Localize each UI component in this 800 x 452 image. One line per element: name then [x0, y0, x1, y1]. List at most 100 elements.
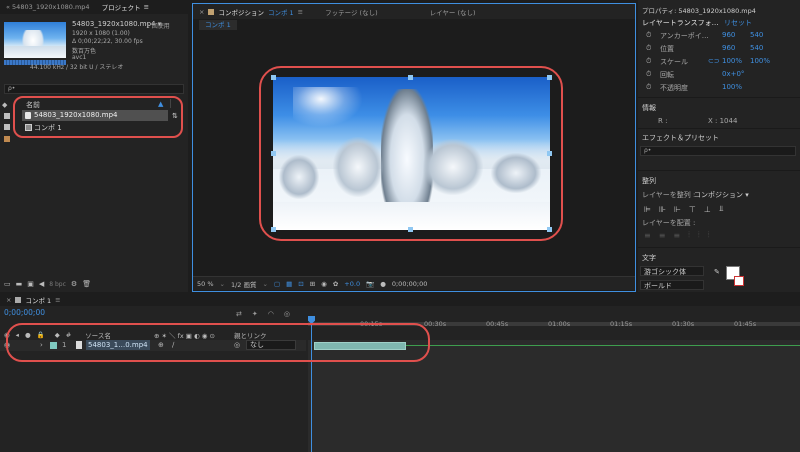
- stopwatch-icon[interactable]: ⏱: [646, 70, 651, 79]
- close-icon[interactable]: ×: [199, 8, 204, 16]
- playhead[interactable]: [311, 318, 312, 452]
- lock-icon[interactable]: 🔒: [37, 331, 45, 339]
- flowchart-icon[interactable]: ⇅: [172, 112, 178, 120]
- expand-chevron-icon[interactable]: ›: [40, 341, 43, 349]
- mask-visibility-icon[interactable]: ⊡: [298, 280, 303, 288]
- settings-icon[interactable]: ⚙: [71, 280, 77, 288]
- prop-value[interactable]: 960: [722, 31, 735, 39]
- distribute-vcenter-icon[interactable]: ≡: [659, 231, 666, 240]
- label-color-swatch[interactable]: [4, 136, 10, 142]
- comp-viewer[interactable]: [273, 77, 550, 230]
- layer-handle[interactable]: [547, 75, 552, 80]
- stopwatch-icon[interactable]: ⏱: [646, 83, 651, 92]
- prop-value[interactable]: 540: [750, 31, 763, 39]
- new-folder-icon[interactable]: ▬: [16, 280, 23, 288]
- label-icon[interactable]: ◆: [55, 331, 60, 339]
- prop-value[interactable]: 100%: [722, 83, 742, 91]
- prop-value[interactable]: 100%: [722, 57, 742, 65]
- tab-project[interactable]: プロジェクト ≡: [96, 2, 155, 12]
- tab-composition[interactable]: × コンポジション コンポ 1 ≡: [193, 7, 309, 17]
- channel-icon[interactable]: ◉: [321, 280, 327, 288]
- align-left-icon[interactable]: ⊫: [644, 205, 651, 214]
- layer-handle[interactable]: [271, 75, 276, 80]
- list-item-footage[interactable]: 54803_1920x1080.mp4: [22, 110, 168, 121]
- menu-icon[interactable]: ≡: [55, 296, 60, 304]
- transform-section-label[interactable]: レイヤートランスフォ…: [642, 18, 719, 28]
- new-comp-icon[interactable]: ▣: [27, 280, 34, 288]
- align-top-icon[interactable]: ⊤: [689, 205, 696, 214]
- chevron-down-icon[interactable]: ⌄: [220, 280, 225, 288]
- tab-timeline[interactable]: × コンポ 1 ≡: [0, 295, 67, 305]
- render-queue-icon[interactable]: ◀: [39, 280, 44, 288]
- interpret-footage-icon[interactable]: ▭: [4, 280, 11, 288]
- font-style-select[interactable]: ボールド: [640, 280, 704, 290]
- solo-icon[interactable]: ●: [25, 331, 31, 339]
- tab-footage[interactable]: フッテージ (なし): [319, 7, 384, 17]
- table-row[interactable]: ◉ › 1 54803_1…0.mp4 ⊕ ∕ ◎ なし: [0, 340, 306, 351]
- region-of-interest-icon[interactable]: ▢: [274, 280, 280, 288]
- show-snapshot-icon[interactable]: ●: [380, 280, 386, 288]
- color-management-icon[interactable]: ✿: [333, 280, 338, 288]
- stopwatch-icon[interactable]: ⏱: [646, 31, 651, 40]
- distribute-left-icon[interactable]: ⦙: [688, 230, 690, 240]
- label-color-swatch[interactable]: [4, 113, 10, 119]
- draft-3d-icon[interactable]: ✦: [252, 310, 258, 318]
- align-bottom-icon[interactable]: ⫫: [719, 204, 724, 214]
- align-hcenter-icon[interactable]: ⊪: [659, 205, 666, 214]
- quality-switch-icon[interactable]: ∕: [172, 341, 174, 349]
- track-area[interactable]: [308, 340, 800, 452]
- stopwatch-icon[interactable]: ⏱: [646, 57, 651, 66]
- exposure-value[interactable]: +0.0: [344, 280, 360, 288]
- prop-value[interactable]: 0x+0°: [722, 70, 744, 78]
- effects-search-input[interactable]: ρ•: [640, 146, 796, 156]
- eye-icon[interactable]: ◉: [4, 331, 10, 339]
- tab-footage-prev[interactable]: « 54803_1920x1080.mp4: [0, 3, 96, 11]
- layer-handle[interactable]: [547, 151, 552, 156]
- stopwatch-icon[interactable]: ⏱: [646, 44, 651, 53]
- comp-subtab[interactable]: コンポ 1: [199, 20, 237, 30]
- timeline-current-time[interactable]: 0;00;00;00: [4, 308, 45, 317]
- layer-handle[interactable]: [271, 151, 276, 156]
- align-vcenter-icon[interactable]: ⊥: [704, 205, 711, 214]
- collapse-switch-icon[interactable]: ⊕: [158, 341, 164, 349]
- col-parent[interactable]: 親とリンク: [234, 330, 267, 340]
- distribute-bottom-icon[interactable]: ≡: [673, 231, 680, 240]
- list-item-comp[interactable]: コンポ 1: [22, 122, 168, 133]
- close-icon[interactable]: ×: [6, 296, 11, 304]
- eye-icon[interactable]: ◉: [4, 341, 10, 349]
- eyedropper-icon[interactable]: ✎: [714, 268, 720, 276]
- constrain-proportions-icon[interactable]: ⊂⊃: [708, 57, 720, 65]
- align-to-select[interactable]: コンポジション ▾: [694, 190, 749, 200]
- shy-icon[interactable]: ◠: [268, 310, 274, 318]
- distribute-right-icon[interactable]: ⦙: [708, 230, 710, 240]
- layer-handle[interactable]: [271, 227, 276, 232]
- project-search-input[interactable]: ρ•: [4, 84, 184, 94]
- layer-label-swatch[interactable]: [50, 342, 57, 349]
- chevron-down-icon[interactable]: ⌄: [263, 280, 268, 288]
- align-right-icon[interactable]: ⊩: [674, 205, 681, 214]
- grid-guides-icon[interactable]: ⊞: [310, 280, 315, 288]
- transparency-grid-icon[interactable]: ▦: [286, 280, 292, 288]
- tab-layer[interactable]: レイヤー (なし): [424, 7, 482, 17]
- time-ruler[interactable]: 00:15s 00:30s 00:45s 01:00s 01:15s 01:30…: [308, 320, 800, 342]
- layer-handle[interactable]: [408, 227, 413, 232]
- current-time[interactable]: 0;00;00;00: [392, 280, 428, 288]
- distribute-hcenter-icon[interactable]: ⦙: [698, 230, 700, 240]
- reset-button[interactable]: リセット: [724, 18, 752, 28]
- prop-value[interactable]: 540: [750, 44, 763, 52]
- stroke-color-swatch[interactable]: [734, 276, 744, 286]
- snapshot-icon[interactable]: 📷: [366, 280, 374, 288]
- layer-name[interactable]: 54803_1…0.mp4: [86, 340, 150, 350]
- prop-value[interactable]: 100%: [750, 57, 770, 65]
- layer-clip-bar[interactable]: [314, 342, 406, 350]
- resolution-select[interactable]: 1/2 画質: [231, 279, 257, 289]
- layer-handle[interactable]: [547, 227, 552, 232]
- audio-icon[interactable]: ◂: [16, 331, 19, 339]
- menu-icon[interactable]: ≡: [298, 8, 303, 16]
- sort-ascending-icon[interactable]: ▲: [158, 100, 163, 108]
- parent-select[interactable]: なし: [246, 340, 296, 350]
- delete-icon[interactable]: 🗑: [82, 280, 91, 288]
- label-color-swatch[interactable]: [4, 124, 10, 130]
- prop-value[interactable]: 960: [722, 44, 735, 52]
- font-family-select[interactable]: 游ゴシック体: [640, 266, 704, 276]
